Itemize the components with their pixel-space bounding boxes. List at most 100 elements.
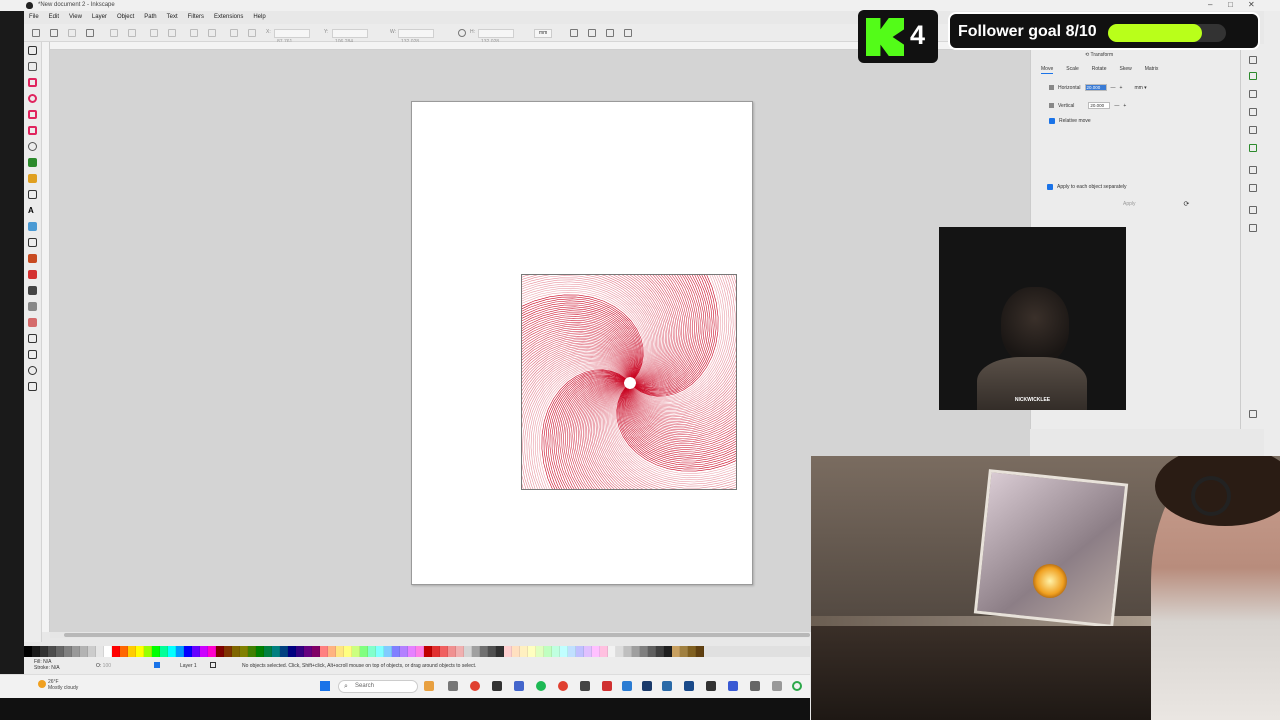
color-swatch[interactable] xyxy=(520,646,528,657)
chrome-icon[interactable] xyxy=(470,681,480,691)
tab-rotate[interactable]: Rotate xyxy=(1092,66,1107,74)
scale-corners-icon[interactable] xyxy=(588,29,596,37)
lock-ratio-icon[interactable] xyxy=(458,29,466,37)
h-field[interactable]: 132.028 xyxy=(478,29,514,45)
color-swatch[interactable] xyxy=(392,646,400,657)
rectangle-tool-icon[interactable] xyxy=(28,78,37,87)
color-swatch[interactable] xyxy=(120,646,128,657)
color-swatch[interactable] xyxy=(112,646,120,657)
vertical-minus-button[interactable]: — xyxy=(1114,103,1119,109)
horizontal-plus-button[interactable]: + xyxy=(1120,85,1123,91)
lower-to-bottom-icon[interactable] xyxy=(208,29,216,37)
color-swatch[interactable] xyxy=(320,646,328,657)
app-icon-13[interactable] xyxy=(706,681,716,691)
dropper-tool-icon[interactable] xyxy=(28,254,37,263)
color-swatch[interactable] xyxy=(344,646,352,657)
color-swatch[interactable] xyxy=(368,646,376,657)
color-swatch[interactable] xyxy=(136,646,144,657)
task-view-icon[interactable] xyxy=(448,681,458,691)
raise-icon[interactable] xyxy=(168,29,176,37)
connector-tool-icon[interactable] xyxy=(28,334,37,343)
color-swatch[interactable] xyxy=(64,646,72,657)
app-icon-17[interactable] xyxy=(792,681,802,691)
color-swatch[interactable] xyxy=(648,646,656,657)
color-swatch[interactable] xyxy=(424,646,432,657)
app-icon-12[interactable] xyxy=(684,681,694,691)
color-swatch[interactable] xyxy=(296,646,304,657)
color-swatch[interactable] xyxy=(232,646,240,657)
color-swatch[interactable] xyxy=(288,646,296,657)
color-swatch[interactable] xyxy=(688,646,696,657)
weather-widget[interactable]: 26°F Mostly cloudy xyxy=(48,679,78,691)
spray-tool-icon[interactable] xyxy=(28,302,37,311)
horizontal-unit-select[interactable]: mm ▾ xyxy=(1134,85,1146,91)
tab-scale[interactable]: Scale xyxy=(1066,66,1079,74)
app-icon-7[interactable] xyxy=(580,681,590,691)
gradient-tool-icon[interactable] xyxy=(28,222,37,231)
color-swatch[interactable] xyxy=(472,646,480,657)
color-swatch[interactable] xyxy=(264,646,272,657)
open-document-icon[interactable] xyxy=(1249,72,1257,80)
deselect-icon[interactable] xyxy=(68,29,76,37)
taskbar-app-icon[interactable] xyxy=(424,681,434,691)
app-icon-14[interactable] xyxy=(728,681,738,691)
pencil-tool-icon[interactable] xyxy=(28,174,37,183)
spiral-tool-icon[interactable] xyxy=(28,142,37,151)
color-swatch[interactable] xyxy=(448,646,456,657)
star-tool-icon[interactable] xyxy=(28,110,37,119)
color-swatch[interactable] xyxy=(272,646,280,657)
color-swatch[interactable] xyxy=(416,646,424,657)
color-swatch[interactable] xyxy=(600,646,608,657)
x-field[interactable]: 87.761 xyxy=(274,29,310,45)
import-icon[interactable] xyxy=(1249,126,1257,134)
app-icon-16[interactable] xyxy=(772,681,782,691)
spotify-icon[interactable] xyxy=(536,681,546,691)
color-swatch[interactable] xyxy=(24,646,32,657)
color-swatch[interactable] xyxy=(160,646,168,657)
color-swatch[interactable] xyxy=(584,646,592,657)
eraser-tool-icon[interactable] xyxy=(28,318,37,327)
pages-tool-icon[interactable] xyxy=(28,350,37,359)
color-swatch[interactable] xyxy=(216,646,224,657)
minimize-window-icon[interactable]: – xyxy=(1208,0,1212,9)
paint-bucket-tool-icon[interactable] xyxy=(28,270,37,279)
color-swatch[interactable] xyxy=(104,646,112,657)
color-swatch[interactable] xyxy=(248,646,256,657)
color-swatch[interactable] xyxy=(568,646,576,657)
horizontal-input[interactable]: 20.000 xyxy=(1084,84,1107,91)
distribute-icon[interactable] xyxy=(248,29,256,37)
color-swatch[interactable] xyxy=(128,646,136,657)
menu-filters[interactable]: Filters xyxy=(183,14,209,20)
layer-lock-icon[interactable] xyxy=(210,662,216,668)
taskbar-search[interactable]: ⌕ Search xyxy=(338,680,418,693)
color-swatch[interactable] xyxy=(496,646,504,657)
color-swatch[interactable] xyxy=(680,646,688,657)
current-layer[interactable]: Layer 1 xyxy=(180,663,197,669)
y-field[interactable]: 106.284 xyxy=(332,29,368,45)
copy-icon[interactable] xyxy=(1249,206,1257,214)
color-swatch[interactable] xyxy=(352,646,360,657)
menu-view[interactable]: View xyxy=(64,14,87,20)
print-icon[interactable] xyxy=(1249,108,1257,116)
ellipse-tool-icon[interactable] xyxy=(28,94,37,103)
redo-icon[interactable] xyxy=(1249,184,1257,192)
export-icon[interactable] xyxy=(1249,144,1257,152)
layer-visibility-icon[interactable] xyxy=(154,662,160,668)
color-swatch[interactable] xyxy=(176,646,184,657)
tab-move[interactable]: Move xyxy=(1041,66,1054,74)
apply-button[interactable]: Apply xyxy=(1123,201,1136,207)
color-swatch[interactable] xyxy=(552,646,560,657)
menu-help[interactable]: Help xyxy=(248,14,270,20)
opacity-indicator[interactable]: O: 100 xyxy=(96,663,111,669)
color-swatch[interactable] xyxy=(480,646,488,657)
inkscape-taskbar-icon[interactable] xyxy=(492,681,502,691)
3d-box-tool-icon[interactable] xyxy=(28,126,37,135)
color-swatch[interactable] xyxy=(256,646,264,657)
color-swatch[interactable] xyxy=(696,646,704,657)
color-swatch[interactable] xyxy=(536,646,544,657)
select-all-icon[interactable] xyxy=(32,29,40,37)
relative-move-checkbox[interactable] xyxy=(1049,118,1055,124)
zoom-tool-icon[interactable] xyxy=(28,366,37,375)
lower-icon[interactable] xyxy=(190,29,198,37)
unit-select[interactable]: mm xyxy=(534,29,553,38)
